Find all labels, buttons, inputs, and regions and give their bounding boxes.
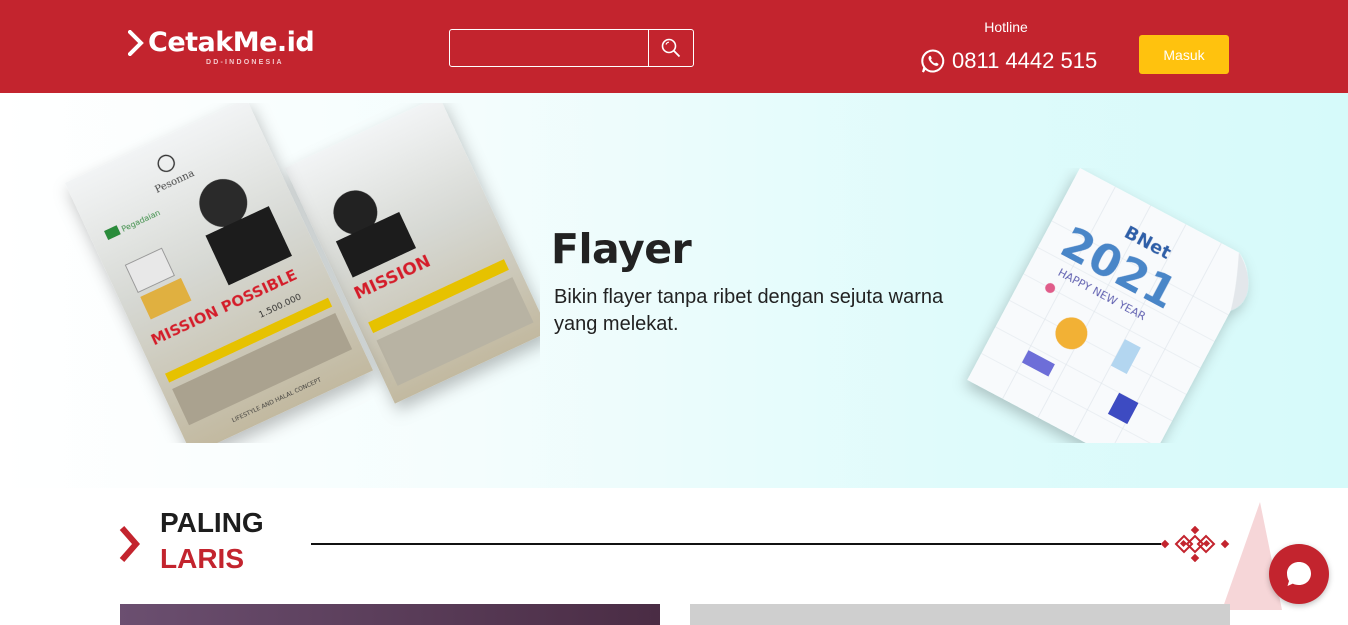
search-button[interactable]: [648, 30, 693, 66]
logo-text: CetakMe.id: [148, 27, 315, 58]
hotline-label: Hotline: [984, 19, 1028, 35]
flyer-posters-image: MISSION Pesonna Pegadaian MISSION POSSIB…: [65, 103, 540, 443]
section-divider: [311, 543, 1161, 545]
section-chevron-icon: [119, 526, 140, 562]
ornament-icon: [1160, 526, 1230, 562]
hotline-number: 0811 4442 515: [952, 48, 1098, 73]
section-title-line2: LARIS: [160, 543, 244, 574]
whatsapp-icon: [920, 48, 946, 74]
search-bar: [449, 29, 694, 67]
logo-chevron-icon: [128, 30, 144, 56]
hero-description: Bikin flayer tanpa ribet dengan sejuta w…: [554, 286, 944, 335]
search-input[interactable]: [450, 30, 648, 66]
section-title-line1: PALING: [160, 507, 264, 538]
search-icon: [661, 38, 681, 58]
product-card-2[interactable]: [690, 604, 1230, 625]
hotline-phone[interactable]: 0811 4442 515: [920, 46, 1097, 76]
logo-subtitle: DD-INDONESIA: [206, 59, 284, 66]
site-logo[interactable]: CetakMe.id DD-INDONESIA: [128, 26, 318, 72]
chat-bubble-icon: [1287, 562, 1311, 586]
site-header: CetakMe.id DD-INDONESIA Hotline 0811 444…: [0, 0, 1348, 93]
login-button[interactable]: Masuk: [1139, 35, 1229, 74]
chat-widget-button[interactable]: [1269, 544, 1329, 604]
new-year-flyer-image: BNet 2021 HAPPY NEW YEAR: [967, 168, 1249, 443]
hero-title: Flayer: [551, 225, 692, 273]
product-card-1[interactable]: [120, 604, 660, 625]
hero-banner[interactable]: MISSION Pesonna Pegadaian MISSION POSSIB…: [0, 93, 1348, 488]
